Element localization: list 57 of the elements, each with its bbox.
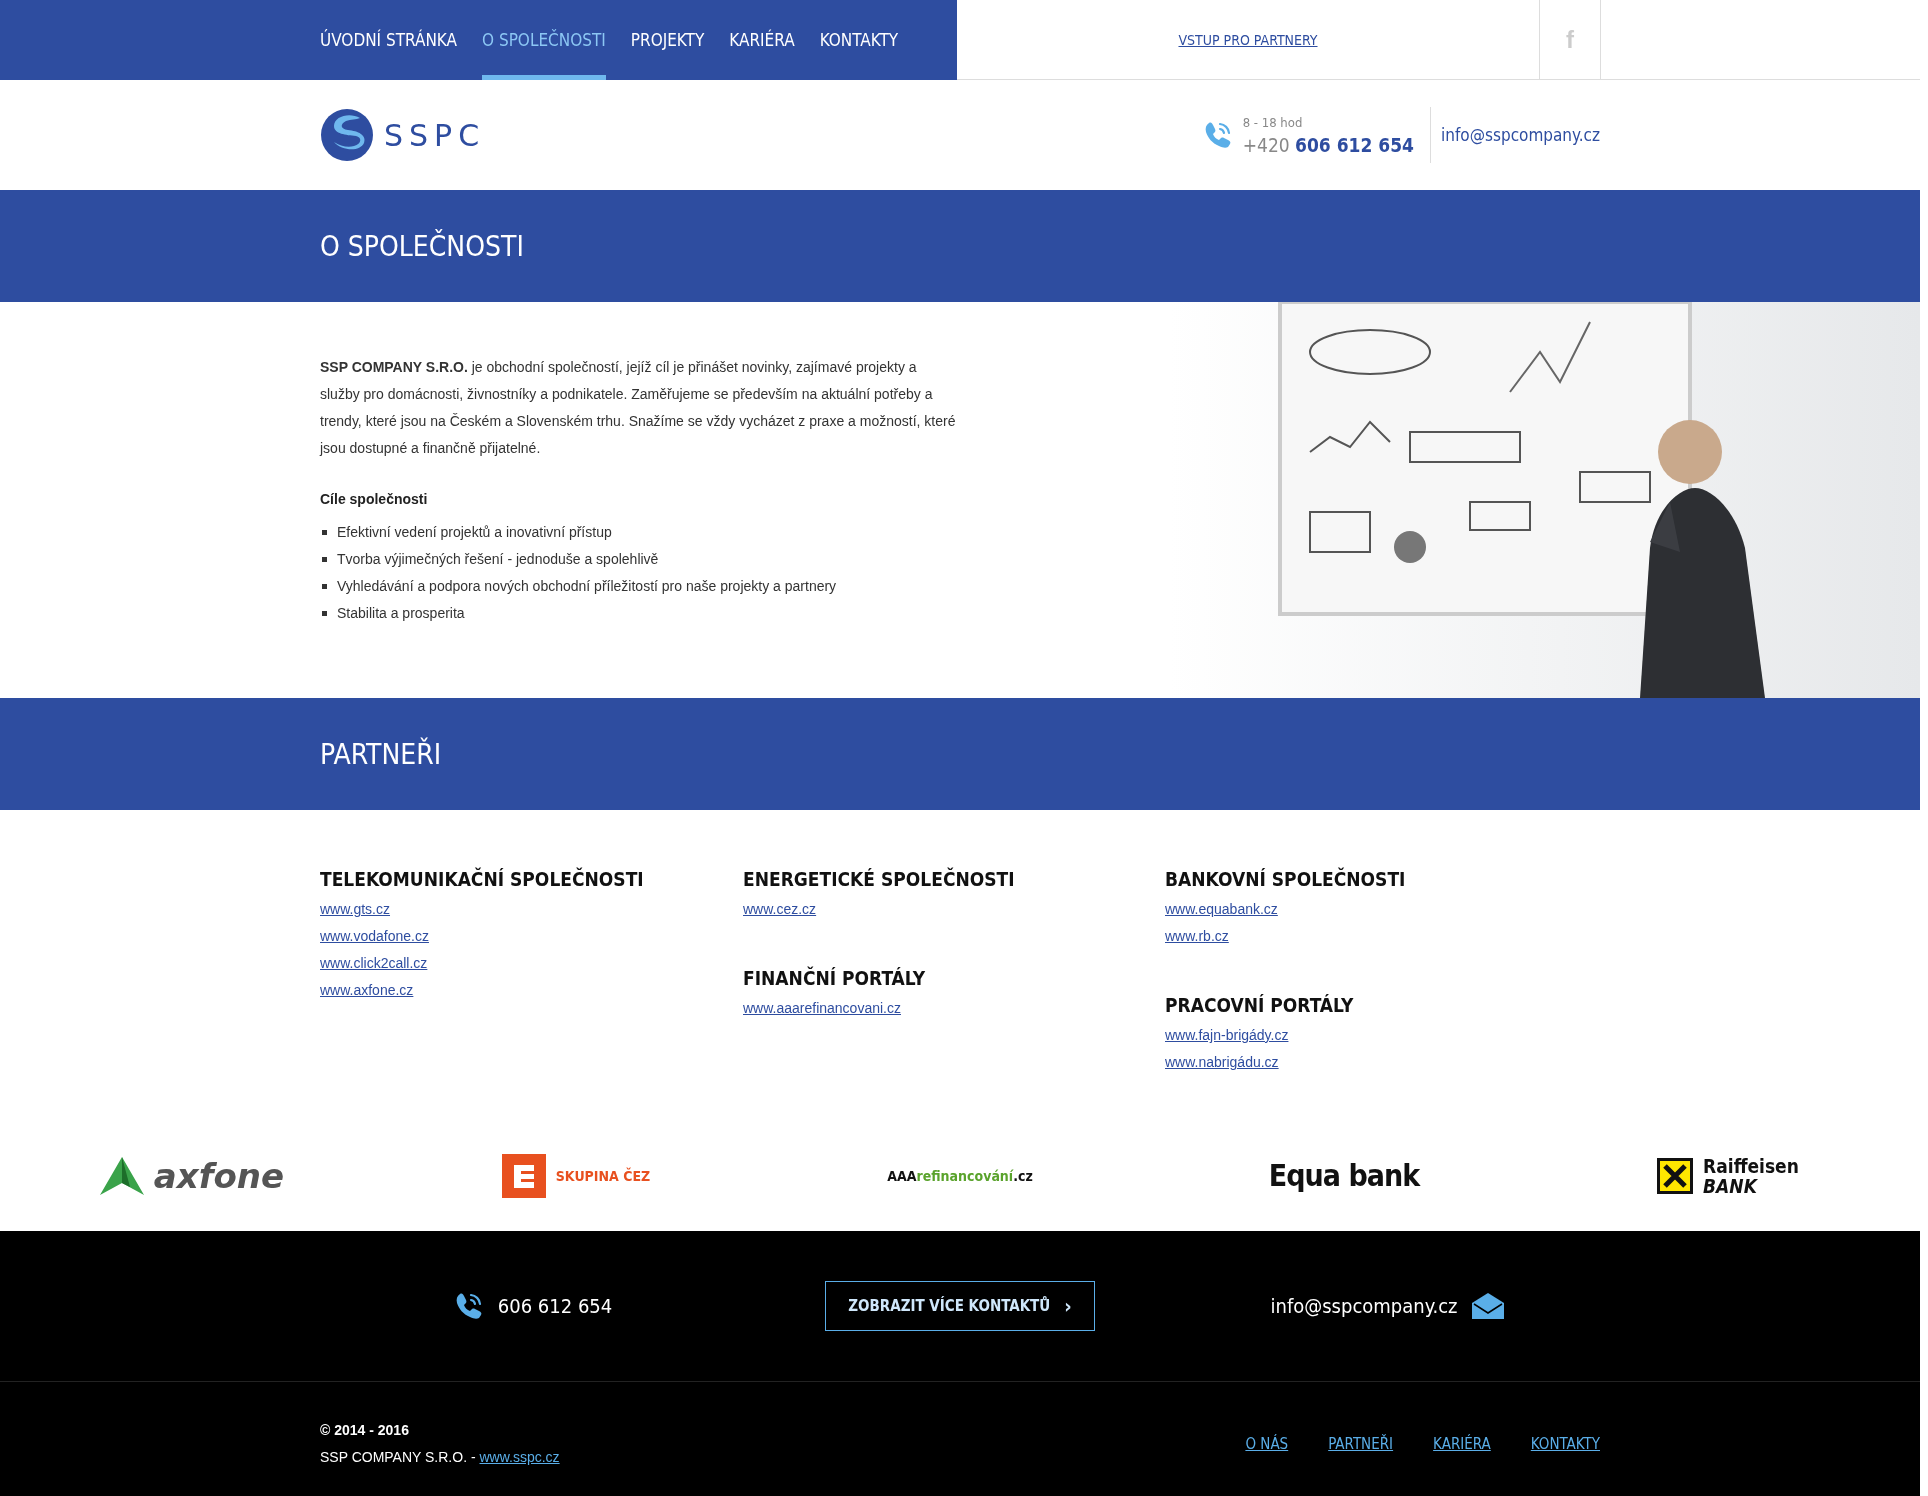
partner-category-title: PRACOVNÍ PORTÁLY — [1165, 994, 1355, 1016]
website-link[interactable]: www.sspc.cz — [479, 1449, 560, 1465]
partner-login-link[interactable]: VSTUP PRO PARTNERY — [1178, 31, 1318, 48]
nav-tab[interactable]: KARIÉRA — [729, 0, 795, 80]
partner-logo-text: Raiffeisen BANK — [1703, 1155, 1799, 1196]
partner-link[interactable]: www.rb.cz — [1165, 923, 1229, 950]
partner-link[interactable]: www.click2call.cz — [320, 950, 428, 977]
partner-logo-text: Equa bank — [1268, 1158, 1420, 1193]
partner-category-title: FINANČNÍ PORTÁLY — [743, 967, 927, 989]
footer-link[interactable]: KARIÉRA — [1433, 1435, 1491, 1453]
copyright: © 2014 - 2016 — [320, 1421, 410, 1440]
footer-email: info@sspcompany.cz — [1270, 1294, 1458, 1318]
nav-tab[interactable]: PROJEKTY — [630, 0, 705, 80]
bullet-icon — [322, 584, 327, 589]
footer-link[interactable]: O NÁS — [1245, 1435, 1289, 1453]
envelope-icon — [1471, 1293, 1504, 1319]
bullet-icon — [322, 611, 327, 616]
partner-link[interactable]: www.nabrigádu.cz — [1165, 1049, 1279, 1076]
mountain-icon — [99, 1156, 144, 1195]
partner-link[interactable]: www.fajn-brigády.cz — [1165, 1022, 1289, 1049]
nav-tab[interactable]: O SPOLEČNOSTI — [482, 0, 606, 80]
partner-category-title: ENERGETICKÉ SPOLEČNOSTI — [743, 868, 1016, 890]
partner-category-title: BANKOVNÍ SPOLEČNOSTI — [1165, 868, 1407, 890]
footer-phone: 606 612 654 — [497, 1294, 613, 1318]
partner-category-title: TELEKOMUNIKAČNÍ SPOLEČNOSTI — [320, 868, 645, 890]
goal-item: Stabilita a prosperita — [337, 604, 465, 623]
cez-icon — [501, 1153, 546, 1198]
partner-logo-text: SKUPINA ČEZ — [555, 1167, 651, 1184]
intro-paragraph: SSP COMPANY S.R.O. je obchodní společností, jejíž cíl je přinášet novinky, zajímavé projekty a služby pro domácnosti, živnostníky a podnikatele. Zaměřujeme se především na aktuální potřeby a trendy, které jsou na Českém a Slovenském trhu. Snažíme se vždy vycházet z praxe a možností, které jsou dostupné a finančně přijatelné. — [320, 358, 957, 458]
partner-logo-text: axfone — [153, 1155, 285, 1196]
section-title: O SPOLEČNOSTI — [320, 229, 524, 263]
bullet-icon — [322, 557, 327, 562]
bullet-icon — [322, 530, 327, 535]
footer-link[interactable]: KONTAKTY — [1530, 1435, 1600, 1453]
partner-link[interactable]: www.vodafone.cz — [320, 923, 429, 950]
nav-tab[interactable]: KONTAKTY — [819, 0, 899, 80]
company-name: SSP COMPANY S.R.O. - — [320, 1449, 477, 1465]
goal-item: Tvorba výjimečných řešení - jednoduše a spolehlivě — [337, 550, 659, 569]
section-title: PARTNEŘI — [320, 737, 442, 771]
partner-link[interactable]: www.aaarefinancovani.cz — [743, 995, 901, 1022]
goal-item: Efektivní vedení projektů a inovativní přístup — [337, 523, 612, 542]
goal-item: Vyhledávání a podpora nových obchodní příležitostí pro naše projekty a partnery — [337, 577, 837, 596]
partner-link[interactable]: www.gts.cz — [320, 896, 390, 923]
partner-link[interactable]: www.equabank.cz — [1165, 896, 1278, 923]
goals-heading: Cíle společnosti — [320, 490, 429, 509]
more-contacts-button[interactable]: ZOBRAZIT VÍCE KONTAKTŮ › — [825, 1281, 1095, 1331]
nav-tab[interactable]: ÚVODNÍ STRÁNKA — [320, 0, 458, 80]
email-link[interactable]: info@sspcompany.cz — [1431, 125, 1600, 145]
phone-number: +420 606 612 654 — [1242, 133, 1414, 156]
logo-text: SSPC — [384, 117, 486, 153]
raiffeisen-icon — [1657, 1157, 1694, 1194]
footer-link[interactable]: PARTNEŘI — [1328, 1435, 1394, 1453]
partner-link[interactable]: www.cez.cz — [743, 896, 817, 923]
opening-hours: 8 - 18 hod — [1242, 114, 1304, 130]
logo-icon — [320, 108, 374, 162]
partner-link[interactable]: www.axfone.cz — [320, 977, 414, 1004]
partner-logo-text: AAArefinancování.cz — [887, 1167, 1033, 1184]
